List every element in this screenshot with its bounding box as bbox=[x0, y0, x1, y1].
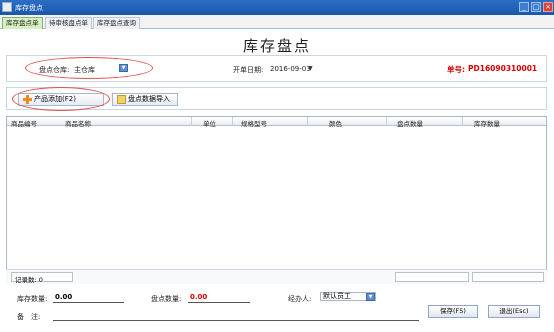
highlight-ellipse bbox=[25, 57, 153, 79]
col-color[interactable]: 颜色 bbox=[329, 118, 342, 128]
order-number-value: PD16090310001 bbox=[468, 64, 538, 73]
record-count-label: 记录数: 0 bbox=[15, 276, 43, 284]
import-icon bbox=[117, 94, 126, 104]
page-title: 库存盘点 bbox=[242, 37, 311, 55]
count-qty-underline bbox=[188, 302, 250, 303]
column-divider[interactable] bbox=[462, 117, 463, 126]
column-divider[interactable] bbox=[307, 117, 308, 126]
col-stock-qty[interactable]: 库存数量 bbox=[474, 118, 500, 128]
grid-footer: 记录数: 0 bbox=[6, 269, 547, 284]
order-number-label: 单号: bbox=[447, 65, 465, 74]
exit-button[interactable]: 退出(Esc) bbox=[488, 305, 540, 318]
grid-header: 商品编号 商品名称 单位 规格型号 颜色 盘点数量 库存数量 bbox=[7, 117, 546, 128]
note-input[interactable] bbox=[53, 320, 419, 321]
date-picker[interactable]: 2016-09-03 bbox=[270, 65, 311, 73]
app-icon bbox=[2, 2, 12, 12]
date-label: 开单日期: bbox=[233, 66, 264, 74]
save-button[interactable]: 保存(F5) bbox=[428, 305, 478, 318]
highlight-ellipse bbox=[12, 87, 110, 111]
sum-count-cell bbox=[395, 272, 469, 282]
column-divider[interactable] bbox=[232, 117, 233, 126]
column-divider[interactable] bbox=[191, 117, 192, 126]
stock-qty-value: 0.00 bbox=[55, 293, 73, 301]
tab-stock-count[interactable]: 库存盘点单 bbox=[2, 17, 43, 29]
stock-qty-label: 库存数量: bbox=[17, 295, 48, 303]
close-icon[interactable]: × bbox=[543, 2, 553, 12]
note-label: 备 注: bbox=[17, 313, 41, 321]
sum-stock-cell bbox=[472, 272, 544, 282]
product-grid[interactable]: 商品编号 商品名称 单位 规格型号 颜色 盘点数量 库存数量 bbox=[6, 116, 547, 284]
handler-label: 经办人: bbox=[288, 295, 312, 303]
handler-value: 默认员工 bbox=[323, 292, 351, 300]
tab-stock-query[interactable]: 库存盘点查询 bbox=[93, 17, 140, 29]
col-product-name[interactable]: 商品名称 bbox=[65, 118, 91, 128]
import-data-label: 盘点数据导入 bbox=[128, 95, 170, 103]
col-product-code[interactable]: 商品编号 bbox=[11, 118, 37, 128]
stock-qty-underline bbox=[53, 302, 124, 303]
window-titlebar: 库存盘点 _ □ × bbox=[0, 0, 554, 15]
maximize-icon[interactable]: □ bbox=[531, 2, 541, 12]
tab-bar: 库存盘点单 待审核盘点单 库存盘点查询 bbox=[0, 15, 554, 29]
chevron-down-icon[interactable]: ▼ bbox=[308, 65, 313, 72]
import-data-button[interactable]: 盘点数据导入 bbox=[112, 93, 178, 106]
window-title: 库存盘点 bbox=[15, 4, 43, 12]
minimize-icon[interactable]: _ bbox=[519, 2, 529, 12]
column-divider[interactable] bbox=[386, 117, 387, 126]
col-spec[interactable]: 规格型号 bbox=[241, 118, 267, 128]
summary-panel: 库存数量: 0.00 盘点数量: 0.00 经办人: 默认员工 ▼ 备 注: 保… bbox=[0, 288, 554, 332]
col-unit[interactable]: 单位 bbox=[203, 118, 216, 128]
count-qty-label: 盘点数量: bbox=[151, 295, 182, 303]
tab-pending-review[interactable]: 待审核盘点单 bbox=[45, 17, 92, 29]
chevron-down-icon[interactable]: ▼ bbox=[366, 293, 375, 301]
record-count: 记录数: 0 bbox=[11, 272, 73, 284]
col-count-qty[interactable]: 盘点数量 bbox=[397, 118, 423, 128]
count-qty-value: 0.00 bbox=[190, 293, 208, 301]
